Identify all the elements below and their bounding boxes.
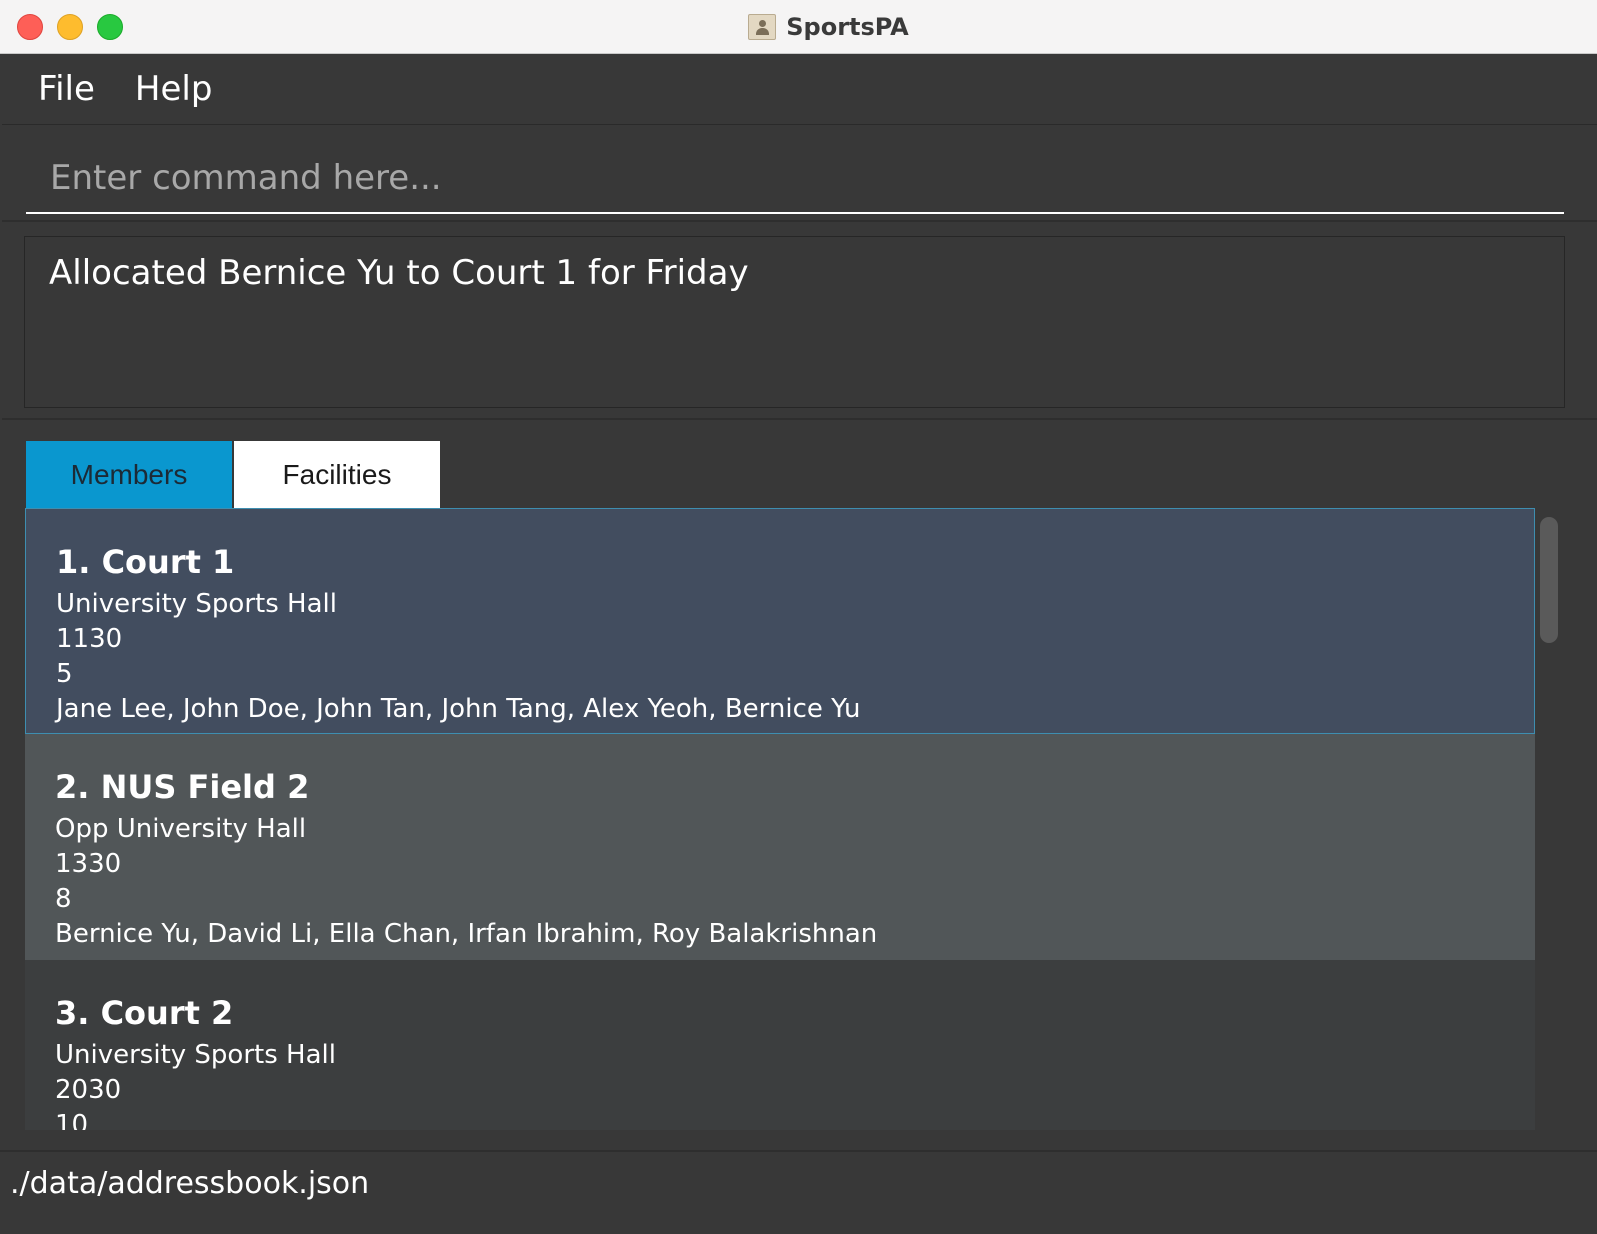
app-icon [748,14,777,40]
facility-card-selected[interactable]: 1. Court 1 University Sports Hall 1130 5… [25,508,1535,734]
facility-location: Opp University Hall [55,814,307,844]
command-box-container [2,126,1597,222]
menu-bar: File Help [2,54,1597,125]
window-title: SportsPA [786,13,909,41]
facility-capacity: 10 [55,1110,89,1130]
facility-location: University Sports Hall [56,589,337,619]
facility-members: Bernice Yu, David Li, Ella Chan, Irfan I… [55,919,878,949]
facility-card[interactable]: 2. NUS Field 2 Opp University Hall 1330 … [25,734,1535,960]
menu-file[interactable]: File [2,69,115,109]
facility-list: 1. Court 1 University Sports Hall 1130 5… [25,508,1535,1130]
tab-facilities[interactable]: Facilities [234,441,440,508]
title-bar: SportsPA [0,0,1597,54]
facility-time: 1330 [55,849,122,879]
facility-time: 2030 [55,1075,122,1105]
facility-card[interactable]: 3. Court 2 University Sports Hall 2030 1… [25,960,1535,1130]
status-bar: ./data/addressbook.json [0,1150,1597,1234]
result-display-container: Allocated Bernice Yu to Court 1 for Frid… [2,224,1597,420]
data-file-path: ./data/addressbook.json [10,1166,370,1201]
facility-name: 3. Court 2 [55,994,234,1032]
tab-members[interactable]: Members [26,441,232,508]
tab-bar: Members Facilities [26,441,440,508]
result-message: Allocated Bernice Yu to Court 1 for Frid… [49,253,749,293]
facility-time: 1130 [56,624,123,654]
window-title-group: SportsPA [0,0,1597,54]
facility-capacity: 5 [56,659,73,689]
facility-name: 2. NUS Field 2 [55,768,310,806]
command-input[interactable] [26,144,1564,214]
list-scrollbar-thumb[interactable] [1540,517,1558,643]
facility-capacity: 8 [55,884,72,914]
facility-location: University Sports Hall [55,1040,336,1070]
menu-help[interactable]: Help [115,69,233,109]
app-window: SportsPA File Help Allocated Bernice Yu … [0,0,1597,1234]
facility-name: 1. Court 1 [56,543,235,581]
result-display: Allocated Bernice Yu to Court 1 for Frid… [24,236,1565,408]
facility-members: Jane Lee, John Doe, John Tan, John Tang,… [56,694,861,724]
